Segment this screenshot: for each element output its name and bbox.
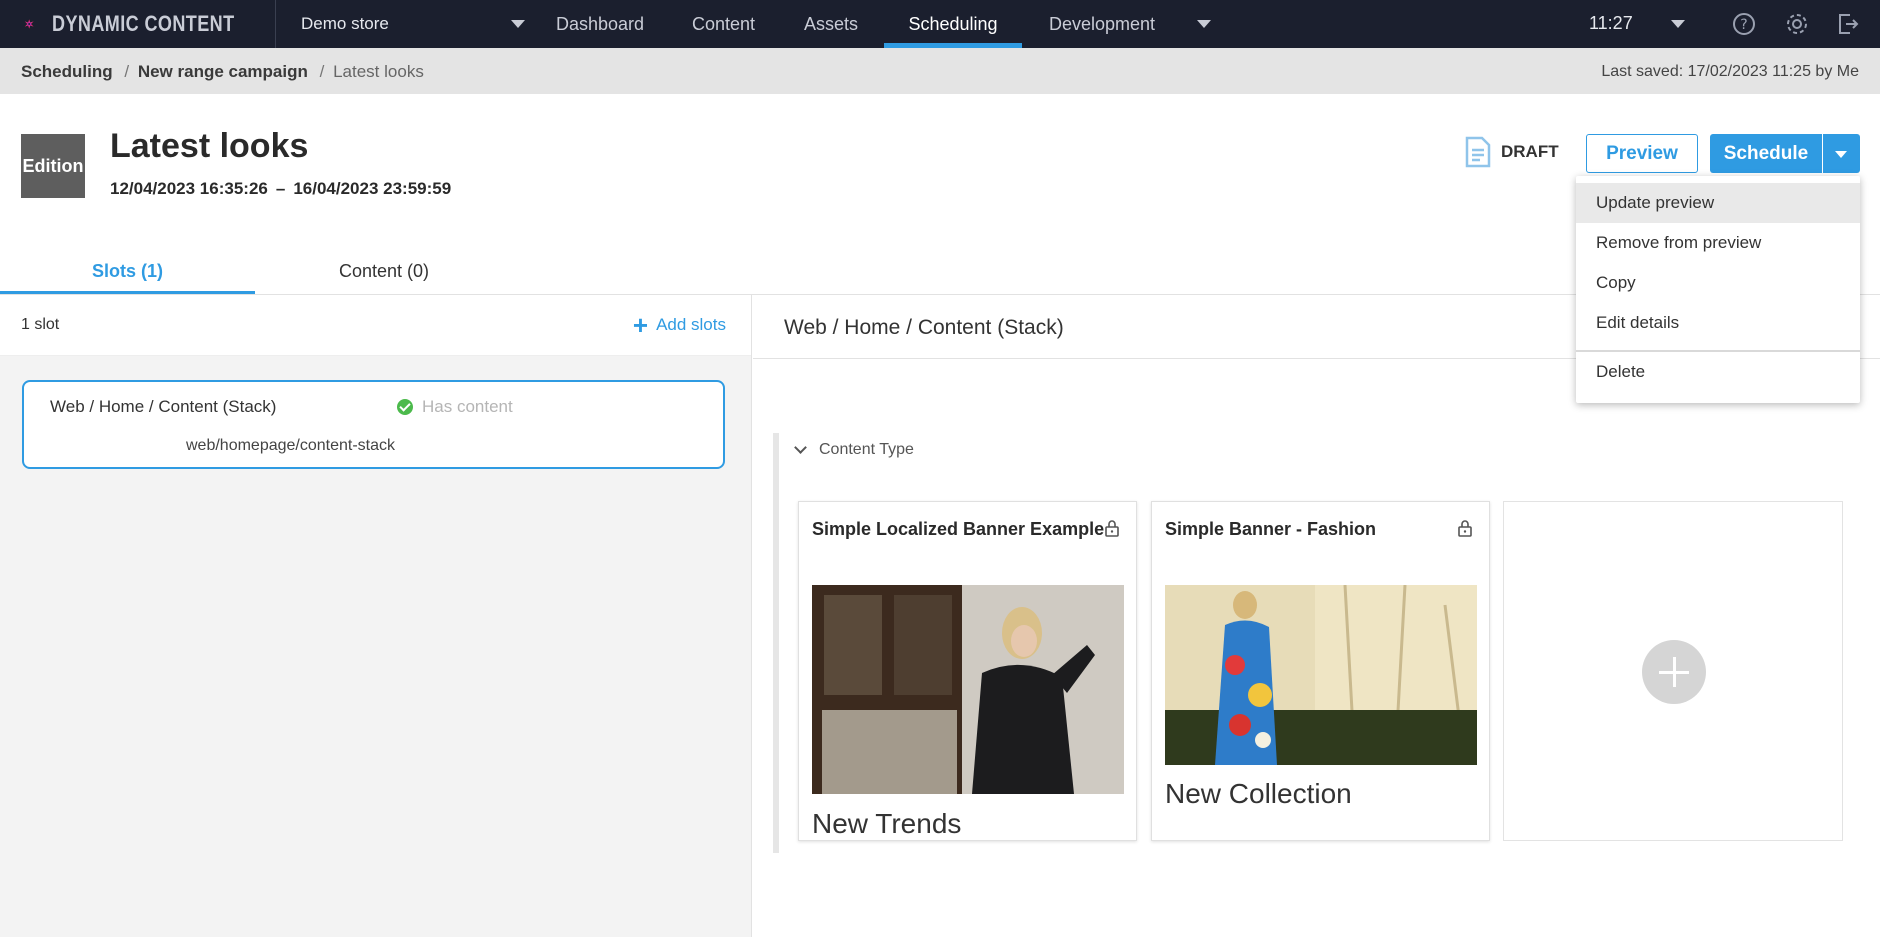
menu-item-edit-details[interactable]: Edit details bbox=[1576, 303, 1860, 343]
end-date: 16/04/2023 23:59:59 bbox=[293, 179, 452, 198]
document-icon bbox=[1465, 136, 1491, 168]
plus-icon: + bbox=[632, 309, 649, 340]
edition-badge: Edition bbox=[21, 134, 85, 198]
store-name: Demo store bbox=[301, 14, 389, 33]
tab-bar: Slots (1) Content (0) bbox=[0, 249, 752, 294]
card-caption: New Collection bbox=[1165, 778, 1352, 809]
dynamic-content-logo-icon bbox=[24, 19, 34, 29]
schedule-button[interactable]: Schedule bbox=[1710, 134, 1822, 173]
content-card[interactable]: Simple Banner - Fashion New Collection bbox=[1151, 501, 1490, 841]
nav-tab-assets[interactable]: Assets bbox=[804, 0, 858, 48]
card-title: Simple Localized Banner Example bbox=[812, 519, 1105, 539]
start-date: 12/04/2023 16:35:26 bbox=[110, 179, 268, 198]
card-image bbox=[812, 585, 1124, 794]
preview-button[interactable]: Preview bbox=[1586, 134, 1698, 173]
breadcrumb-campaign[interactable]: New range campaign bbox=[138, 62, 308, 81]
brand[interactable]: DYNAMIC CONTENT bbox=[0, 0, 276, 48]
last-saved: Last saved: 17/02/2023 11:25 by Me bbox=[1601, 63, 1859, 80]
slot-status: Has content bbox=[397, 397, 513, 417]
nav-tab-scheduling[interactable]: Scheduling bbox=[884, 0, 1022, 48]
breadcrumb-separator: / bbox=[319, 62, 325, 81]
nav-tab-dashboard[interactable]: Dashboard bbox=[556, 0, 644, 48]
gear-icon[interactable] bbox=[1784, 11, 1810, 37]
logout-icon[interactable] bbox=[1835, 11, 1861, 37]
breadcrumb-scheduling[interactable]: Scheduling bbox=[21, 62, 113, 81]
card-title: Simple Banner - Fashion bbox=[1165, 519, 1377, 539]
breadcrumb-current: Latest looks bbox=[333, 62, 424, 81]
menu-item-delete[interactable]: Delete bbox=[1576, 352, 1860, 392]
clock-chevron-icon[interactable] bbox=[1671, 20, 1685, 28]
card-caption: New Trends bbox=[812, 808, 962, 839]
slot-status-label: Has content bbox=[422, 397, 513, 416]
status-badge: DRAFT bbox=[1465, 136, 1559, 168]
top-nav: DYNAMIC CONTENT Demo store Dashboard Con… bbox=[0, 0, 1880, 48]
slots-toolbar: 1 slot + Add slots bbox=[0, 295, 751, 356]
slot-path: web/homepage/content-stack bbox=[186, 437, 396, 454]
schedule-dropdown-button[interactable] bbox=[1823, 134, 1860, 173]
slot-name: Web / Home / Content (Stack) bbox=[50, 397, 277, 416]
help-icon[interactable]: ? bbox=[1731, 11, 1757, 37]
lock-icon bbox=[1105, 520, 1119, 537]
tab-content[interactable]: Content (0) bbox=[255, 249, 513, 294]
slots-panel: 1 slot + Add slots Web / Home / Content … bbox=[0, 295, 752, 937]
slot-count: 1 slot bbox=[21, 316, 60, 333]
check-circle-icon bbox=[397, 399, 413, 415]
date-range: 12/04/2023 16:35:26–16/04/2023 23:59:59 bbox=[110, 179, 451, 199]
clock[interactable]: 11:27 bbox=[1589, 13, 1633, 34]
schedule-menu: Update preview Remove from preview Copy … bbox=[1576, 176, 1860, 403]
stack-indent-bar bbox=[773, 433, 779, 853]
chevron-down-icon bbox=[1835, 151, 1847, 158]
nav-tab-content[interactable]: Content bbox=[692, 0, 755, 48]
svg-text:?: ? bbox=[1740, 17, 1747, 33]
date-dash: – bbox=[275, 179, 286, 198]
lock-icon bbox=[1458, 520, 1472, 537]
store-selector[interactable]: Demo store bbox=[276, 0, 537, 48]
page-title: Latest looks bbox=[110, 127, 309, 165]
add-slots-button[interactable]: + Add slots bbox=[632, 309, 726, 340]
brand-name: DYNAMIC CONTENT bbox=[52, 11, 235, 36]
slot-detail-title: Web / Home / Content (Stack) bbox=[784, 316, 1064, 339]
card-image bbox=[1165, 585, 1477, 765]
content-type-label: Content Type bbox=[819, 441, 914, 458]
breadcrumb-bar: Scheduling / New range campaign / Latest… bbox=[0, 48, 1880, 94]
chevron-down-icon bbox=[794, 441, 807, 454]
status-label: DRAFT bbox=[1501, 142, 1559, 161]
add-content-card[interactable] bbox=[1503, 501, 1843, 841]
breadcrumb-separator: / bbox=[124, 62, 130, 81]
chevron-down-icon bbox=[511, 20, 525, 28]
menu-item-update-preview[interactable]: Update preview bbox=[1576, 183, 1860, 223]
plus-icon[interactable] bbox=[1642, 640, 1706, 704]
nav-tab-development[interactable]: Development bbox=[1049, 0, 1155, 48]
breadcrumb: Scheduling / New range campaign / Latest… bbox=[21, 62, 424, 82]
content-type-toggle[interactable]: Content Type bbox=[794, 441, 914, 459]
menu-item-remove-from-preview[interactable]: Remove from preview bbox=[1576, 223, 1860, 263]
menu-item-copy[interactable]: Copy bbox=[1576, 263, 1860, 303]
content-card[interactable]: Simple Localized Banner Example New Tren… bbox=[798, 501, 1137, 841]
slot-card[interactable]: Web / Home / Content (Stack) Has content… bbox=[22, 380, 725, 469]
add-slots-label: Add slots bbox=[656, 315, 726, 334]
tab-slots[interactable]: Slots (1) bbox=[0, 249, 255, 294]
nav-more-chevron-icon[interactable] bbox=[1197, 20, 1211, 28]
slots-list: Web / Home / Content (Stack) Has content… bbox=[0, 356, 751, 937]
